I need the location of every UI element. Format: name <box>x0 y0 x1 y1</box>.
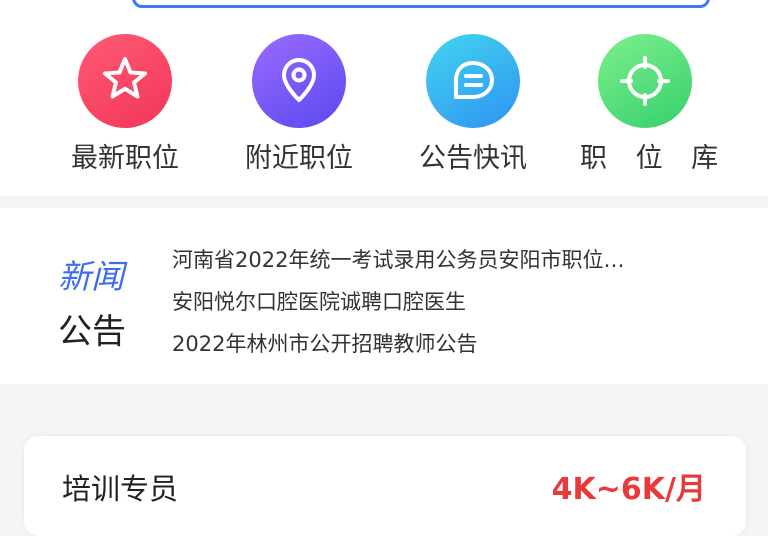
nav-latest-jobs[interactable]: 最新职位 <box>50 32 200 182</box>
nav-label: 附近职位 <box>245 143 353 174</box>
news-badge-top: 新闻 <box>58 257 124 296</box>
job-salary: 4K~6K/月 <box>551 472 706 507</box>
job-title: 培训专员 <box>62 472 179 506</box>
news-badge-bottom: 公告 <box>58 312 126 352</box>
star-icon <box>78 34 172 128</box>
nav-nearby-jobs[interactable]: 附近职位 <box>224 32 374 182</box>
nav-label: 公告快讯 <box>419 143 527 174</box>
search-bar[interactable] <box>132 0 710 8</box>
nav-job-library[interactable]: 职 位 库 <box>570 32 720 182</box>
chat-bubble-icon <box>426 34 520 128</box>
nav-label: 职 位 库 <box>580 143 729 174</box>
nav-announcements[interactable]: 公告快讯 <box>398 32 548 182</box>
news-item[interactable]: 2022年林州市公开招聘教师公告 <box>172 330 732 358</box>
top-section: 最新职位 附近职位 公告快讯 职 位 库 <box>0 0 768 196</box>
news-section: 新闻 公告 河南省2022年统一考试录用公务员安阳市职位… 安阳悦尔口腔医院诚聘… <box>0 208 768 384</box>
location-pin-icon <box>252 34 346 128</box>
news-item[interactable]: 河南省2022年统一考试录用公务员安阳市职位… <box>172 246 732 274</box>
nav-label: 最新职位 <box>71 143 179 174</box>
target-icon <box>598 34 692 128</box>
job-card[interactable]: 培训专员 4K~6K/月 <box>24 436 746 536</box>
news-item[interactable]: 安阳悦尔口腔医院诚聘口腔医生 <box>172 288 732 316</box>
